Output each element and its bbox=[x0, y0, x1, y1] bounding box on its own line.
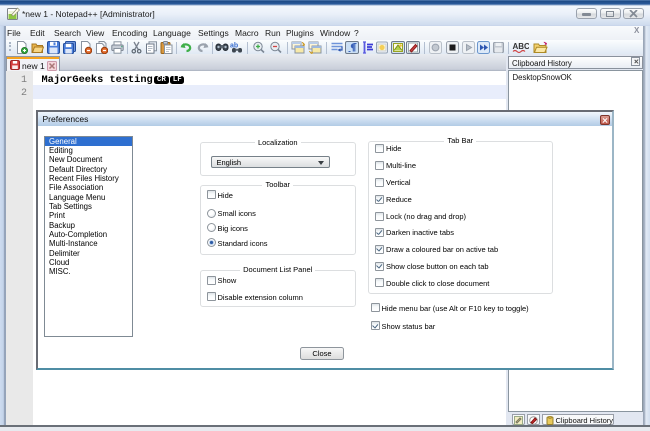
svg-text:ABC: ABC bbox=[513, 42, 530, 51]
